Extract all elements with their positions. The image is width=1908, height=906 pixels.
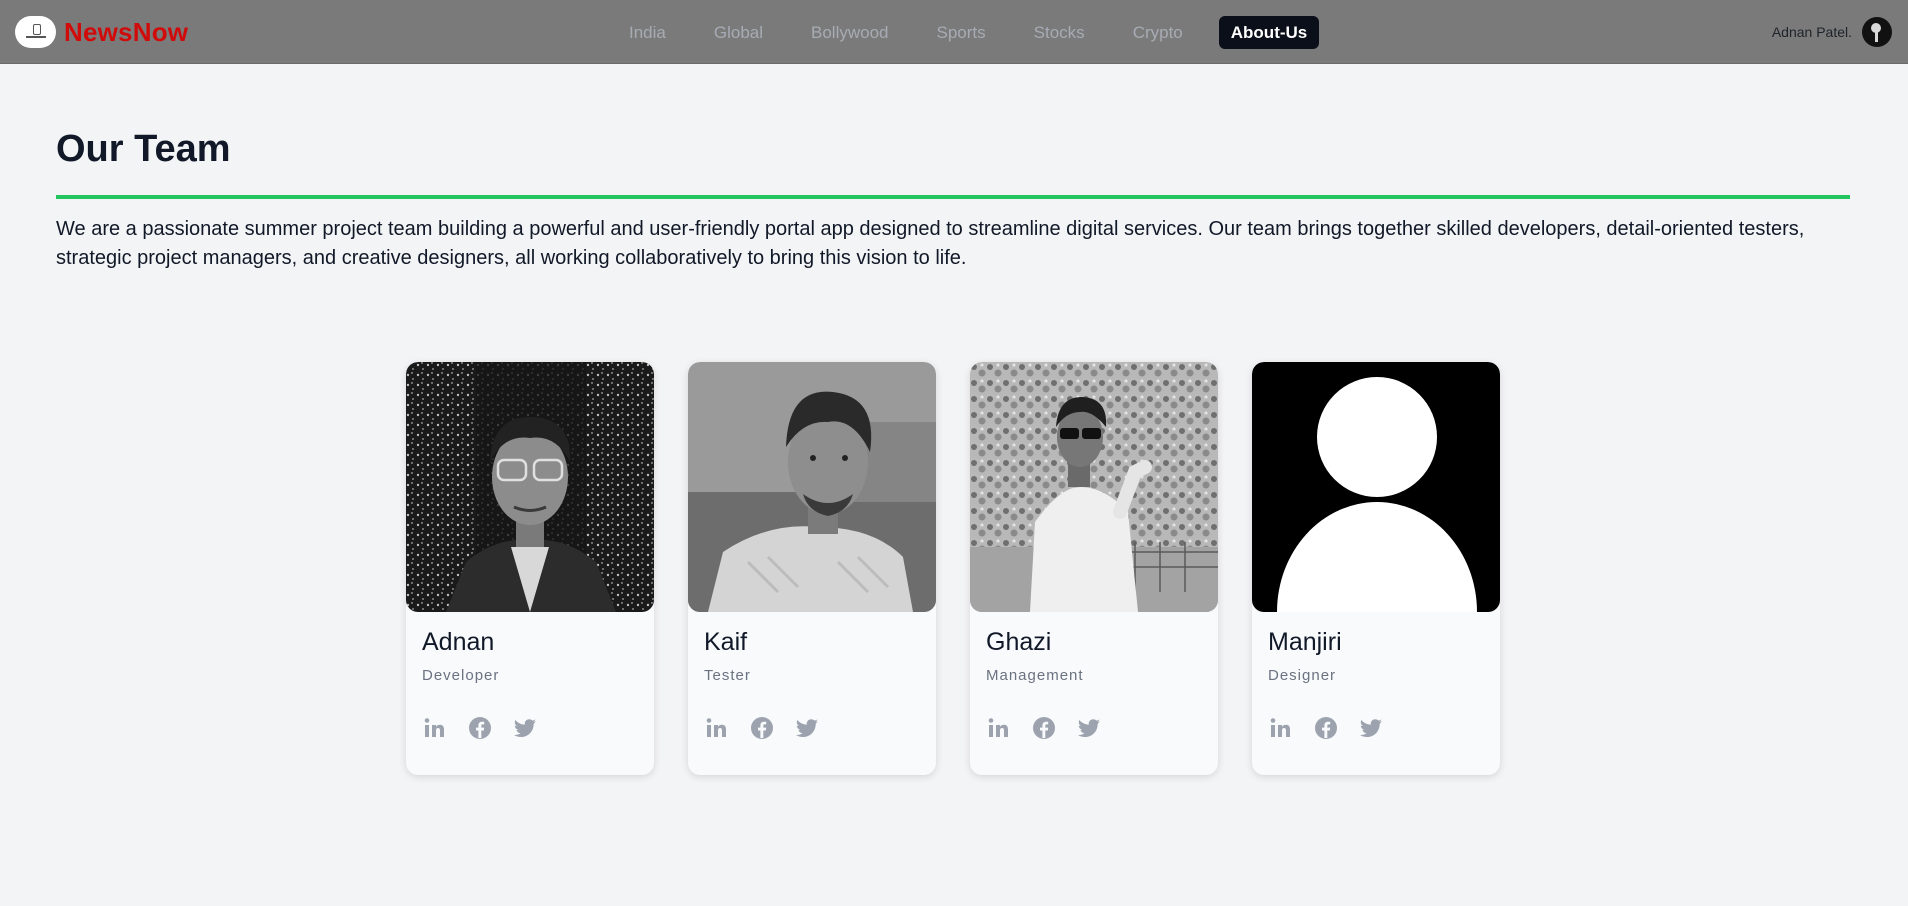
linkedin-icon[interactable] <box>422 715 448 741</box>
linkedin-icon[interactable] <box>704 715 730 741</box>
nav-item-stocks[interactable]: Stocks <box>1022 16 1097 49</box>
member-name: Manjiri <box>1268 628 1342 656</box>
social-links <box>986 715 1121 741</box>
facebook-icon[interactable] <box>1313 715 1339 741</box>
twitter-icon[interactable] <box>1358 715 1384 741</box>
linkedin-icon[interactable] <box>986 715 1012 741</box>
nav-item-about-us[interactable]: About-Us <box>1218 16 1320 49</box>
twitter-icon[interactable] <box>512 715 538 741</box>
member-role: Designer <box>1268 667 1337 684</box>
team-card-adnan: Adnan Developer <box>406 362 654 775</box>
page-title: Our Team <box>56 128 231 170</box>
member-photo <box>406 362 654 612</box>
member-role: Management <box>986 667 1084 684</box>
twitter-icon[interactable] <box>794 715 820 741</box>
social-links <box>704 715 839 741</box>
member-photo <box>688 362 936 612</box>
nav-item-global[interactable]: Global <box>702 16 775 49</box>
nav-item-sports[interactable]: Sports <box>925 16 998 49</box>
linkedin-icon[interactable] <box>1268 715 1294 741</box>
user-name: Adnan Patel. <box>1771 24 1852 40</box>
team-card-ghazi: Ghazi Management <box>970 362 1218 775</box>
member-name: Ghazi <box>986 628 1052 656</box>
user-avatar-icon[interactable] <box>1862 17 1892 47</box>
member-name: Adnan <box>422 628 495 656</box>
member-name: Kaif <box>704 628 748 656</box>
main-nav: India Global Bollywood Sports Stocks Cry… <box>617 16 1320 49</box>
nav-item-bollywood[interactable]: Bollywood <box>799 16 901 49</box>
brand[interactable]: NewsNow <box>15 14 188 50</box>
member-role: Developer <box>422 667 500 684</box>
member-photo <box>970 362 1218 612</box>
nav-item-india[interactable]: India <box>617 16 678 49</box>
facebook-icon[interactable] <box>749 715 775 741</box>
team-intro-text: We are a passionate summer project team … <box>56 218 1805 269</box>
user-menu[interactable]: Adnan Patel. <box>1772 16 1892 48</box>
top-navbar: NewsNow India Global Bollywood Sports St… <box>0 0 1908 64</box>
default-avatar-icon <box>1252 362 1500 612</box>
brand-name: NewsNow <box>64 16 189 47</box>
social-links <box>1268 715 1403 741</box>
nav-item-crypto[interactable]: Crypto <box>1121 16 1195 49</box>
social-links <box>422 715 557 741</box>
team-cards: Adnan Developer Kaif Tester Ghazi Manage… <box>406 362 1500 775</box>
team-card-manjiri: Manjiri Designer <box>1252 362 1500 775</box>
facebook-icon[interactable] <box>1031 715 1057 741</box>
member-role: Tester <box>704 667 751 684</box>
facebook-icon[interactable] <box>467 715 493 741</box>
twitter-icon[interactable] <box>1076 715 1102 741</box>
title-divider <box>56 195 1850 199</box>
team-card-kaif: Kaif Tester <box>688 362 936 775</box>
newsnow-logo-icon <box>15 16 56 48</box>
